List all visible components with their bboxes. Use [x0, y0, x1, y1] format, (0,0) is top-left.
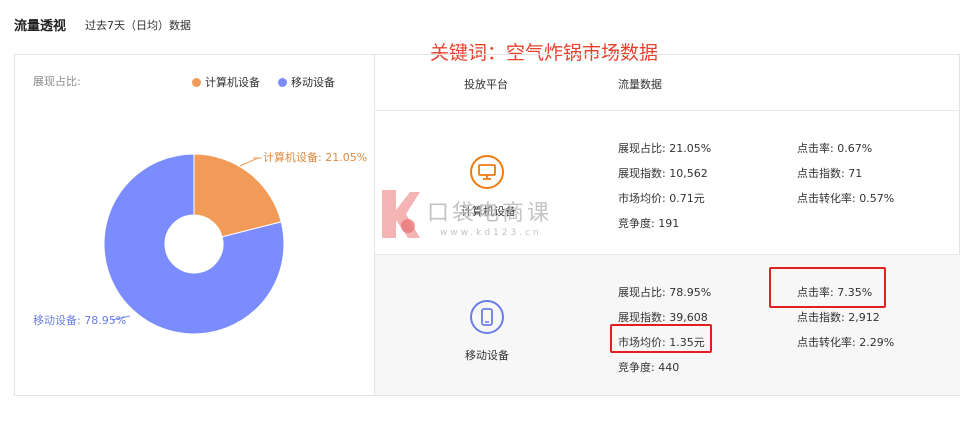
watermark-logo: [382, 190, 420, 238]
metric-click-index: 点击指数: 2,912: [797, 311, 880, 324]
donut-chart: 计算机设备: 21.05% 移动设备: 78.95%: [33, 150, 367, 335]
highlight-box-market-price: [610, 324, 712, 353]
metric-click-index: 点击指数: 71: [797, 167, 863, 180]
slice-label-computer: 计算机设备: 21.05%: [263, 150, 367, 164]
metric-impression-index: 展现指数: 10,562: [618, 167, 708, 180]
label-leader-line: [239, 157, 259, 167]
donut-slice-computer[interactable]: [193, 153, 282, 238]
highlight-box-ctr: [769, 267, 886, 308]
metric-impression-index: 展现指数: 39,608: [618, 311, 708, 324]
watermark-brand: 口袋电商课: [427, 201, 553, 226]
column-header-traffic: 流量数据: [618, 78, 662, 91]
metric-conversion-rate: 点击转化率: 2.29%: [797, 336, 895, 349]
platform-label-mobile: 移动设备: [465, 349, 509, 362]
slice-label-mobile: 移动设备: 78.95%: [33, 313, 126, 327]
header-divider: [375, 110, 960, 111]
monitor-icon: [470, 155, 504, 189]
metric-market-price: 市场均价: 0.71元: [618, 192, 705, 205]
metric-ctr: 点击率: 0.67%: [797, 142, 873, 155]
metric-competition: 竞争度: 440: [618, 361, 680, 374]
mobile-phone-icon: [470, 300, 504, 334]
metric-share: 展现占比: 21.05%: [618, 142, 712, 155]
metric-conversion-rate: 点击转化率: 0.57%: [797, 192, 895, 205]
watermark-url: www.kd123.cn: [440, 228, 542, 238]
column-header-platform: 投放平台: [464, 78, 508, 91]
metric-competition: 竞争度: 191: [618, 217, 680, 230]
row-divider: [375, 254, 960, 255]
metric-share: 展现占比: 78.95%: [618, 286, 712, 299]
